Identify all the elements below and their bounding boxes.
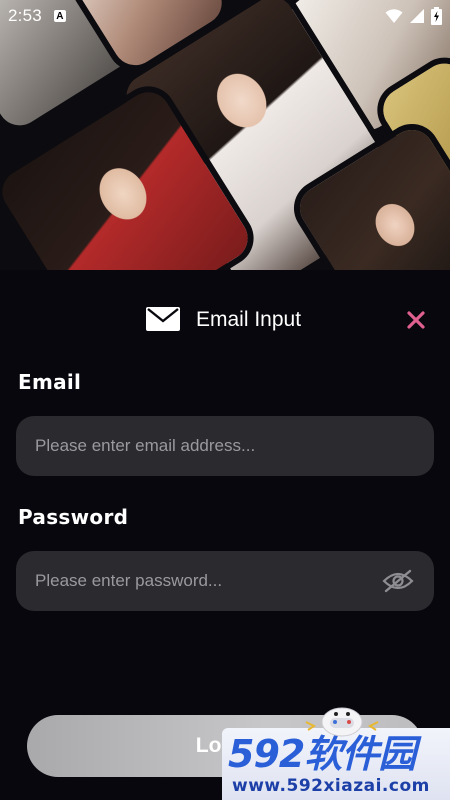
signal-icon [410, 9, 424, 23]
sheet-header: Email Input [0, 270, 450, 370]
status-time: 2:53 [8, 6, 42, 25]
notification-badge-icon: A [53, 10, 66, 22]
email-field-container [16, 416, 434, 476]
eye-off-icon [382, 569, 414, 593]
gamepad-mascot-icon [305, 707, 379, 737]
envelope-icon [146, 307, 180, 331]
battery-icon [431, 7, 442, 25]
wifi-icon [385, 9, 403, 23]
close-button[interactable] [402, 306, 430, 334]
status-bar: 2:53 A [0, 0, 450, 32]
sheet-title: Email Input [196, 308, 302, 331]
watermark-url: www.592xiazai.com [232, 776, 430, 796]
password-field[interactable] [16, 551, 434, 611]
hero-collage-image [0, 0, 450, 270]
email-field[interactable] [16, 416, 434, 476]
password-label: Password [18, 505, 129, 529]
email-label: Email [18, 370, 82, 394]
password-visibility-toggle[interactable] [382, 565, 414, 597]
status-icons [385, 7, 442, 25]
watermark-logo-text: 592软件园 [228, 732, 416, 776]
close-icon [407, 311, 425, 329]
password-field-container [16, 551, 434, 611]
